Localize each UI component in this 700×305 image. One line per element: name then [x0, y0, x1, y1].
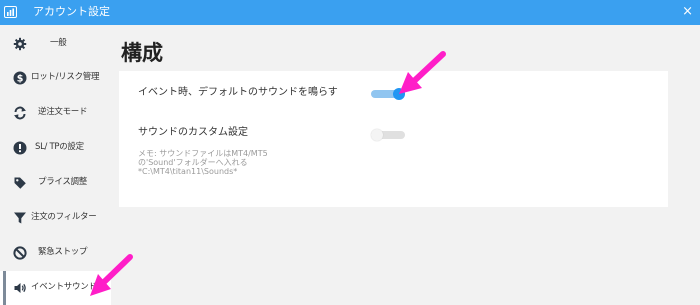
- memo-text: メモ: サウンドファイルはMT4/MT5 の'Sound'フォルダーへ入れる *…: [138, 149, 268, 176]
- memo-line: メモ: サウンドファイルはMT4/MT5: [138, 149, 268, 158]
- sync-icon: [14, 106, 26, 120]
- sidebar-item-label: SL/ TPの設定: [35, 142, 84, 152]
- sidebar-item-price-adjust[interactable]: プライス調整: [0, 166, 111, 200]
- annotation-arrow-icon: [90, 254, 133, 296]
- settings-card: イベント時、デフォルトのサウンドを鳴らす サウンドのカスタム設定 メモ: サウン…: [119, 71, 668, 207]
- page-title: 構成: [121, 41, 163, 65]
- close-button[interactable]: ×: [682, 4, 693, 19]
- sidebar-item-reverse-mode[interactable]: 逆注文モード: [0, 96, 111, 130]
- gear-icon: [13, 37, 27, 51]
- sidebar-item-label: ロット/リスク管理: [31, 72, 100, 82]
- sidebar-item-label: プライス調整: [38, 177, 87, 187]
- dollar-icon: $: [13, 71, 27, 85]
- custom-sound-label: サウンドのカスタム設定: [138, 127, 248, 138]
- sidebar-item-label: 逆注文モード: [38, 107, 88, 117]
- active-indicator: [3, 271, 6, 305]
- sidebar-item-order-filter[interactable]: 注文のフィルター: [0, 201, 111, 235]
- custom-sound-toggle[interactable]: [371, 129, 405, 141]
- speaker-icon: [14, 283, 26, 293]
- memo-line: *C:\MT4\titan11\Sounds*: [138, 167, 238, 176]
- alert-icon: [13, 141, 27, 155]
- filter-icon: [14, 212, 26, 224]
- sidebar-item-general[interactable]: 一般: [0, 27, 111, 61]
- svg-text:$: $: [17, 74, 24, 85]
- default-sound-label: イベント時、デフォルトのサウンドを鳴らす: [138, 87, 338, 98]
- window-title: アカウント設定: [33, 5, 110, 18]
- ban-icon: [13, 246, 27, 260]
- sidebar-item-lot-risk[interactable]: $ ロット/リスク管理: [0, 61, 111, 95]
- memo-line: の'Sound'フォルダーへ入れる: [138, 158, 248, 167]
- sidebar-item-label: 注文のフィルター: [31, 212, 97, 222]
- app-icon: [4, 6, 17, 18]
- tag-icon: [14, 177, 26, 189]
- title-bar: アカウント設定 ×: [0, 0, 700, 25]
- sidebar-item-sl-tp[interactable]: SL/ TPの設定: [0, 131, 111, 165]
- annotation-arrow-icon: [399, 51, 446, 94]
